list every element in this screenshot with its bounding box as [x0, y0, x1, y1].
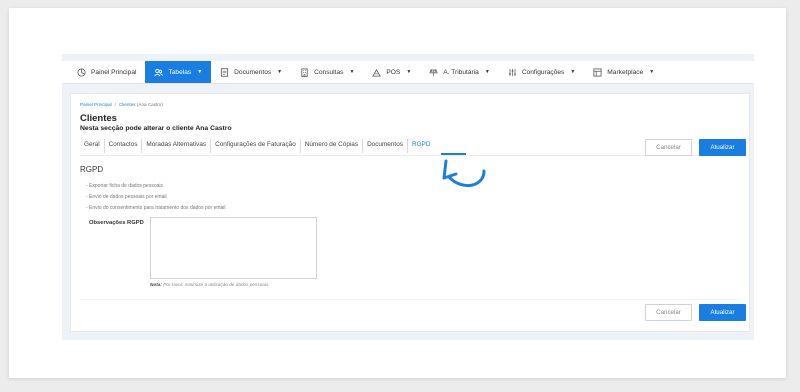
rgpd-note: Nota: Por favor, minimize a utilização d… [150, 282, 270, 287]
tab-bar: Geral Contactos Moradas Alternativas Con… [80, 139, 434, 153]
annotation-arrow-icon [442, 159, 486, 187]
marketplace-icon [593, 67, 602, 77]
cancel-button-top[interactable]: Cancelar [645, 139, 692, 156]
client-edit-card: Painel Principal / Clientes (Ana Castro) C… [70, 93, 750, 332]
nav-item-configuracoes[interactable]: Configurações ▼ [499, 61, 584, 83]
nav-item-label: Marketplace [607, 68, 644, 76]
screenshot-frame: Painel Principal Tabelas ▼ Documentos ▼ [9, 8, 786, 378]
app-window: Painel Principal Tabelas ▼ Documentos ▼ [62, 54, 754, 340]
nav-item-label: Tabelas [168, 68, 192, 76]
nav-item-label: Documentos [234, 68, 272, 76]
nav-item-consultas[interactable]: Consultas ▼ [291, 61, 363, 83]
users-icon [154, 68, 164, 77]
rgpd-export-link[interactable]: - Exportar ficha de dados pessoais [86, 181, 226, 192]
document-icon [220, 67, 229, 77]
nav-item-a-tributaria[interactable]: A. Tributária ▼ [420, 61, 499, 83]
nav-item-tabelas[interactable]: Tabelas ▼ [145, 61, 212, 83]
chevron-down-icon: ▼ [277, 69, 283, 75]
nav-item-label: Consultas [314, 68, 344, 76]
tab-contactos[interactable]: Contactos [105, 139, 143, 153]
breadcrumb-home-link[interactable]: Painel Principal [80, 102, 112, 107]
observacoes-rgpd-label: Observações RGPD [89, 220, 144, 226]
note-text: Por favor, minimize a utilização de dado… [163, 282, 270, 287]
nav-item-label: A. Tributária [443, 68, 479, 76]
tab-configuracoes-faturacao[interactable]: Configurações de Faturação [211, 139, 301, 153]
main-navbar: Painel Principal Tabelas ▼ Documentos ▼ [62, 61, 754, 84]
chevron-down-icon: ▼ [570, 69, 576, 75]
observacoes-rgpd-textarea[interactable] [150, 217, 317, 279]
footer-divider [80, 299, 741, 300]
nav-item-marketplace[interactable]: Marketplace ▼ [584, 61, 663, 83]
tab-documentos[interactable]: Documentos [363, 139, 408, 153]
breadcrumb-separator: / [114, 102, 116, 107]
nav-item-pos[interactable]: POS ▼ [363, 61, 420, 83]
nav-item-label: POS [386, 68, 401, 76]
tab-rgpd[interactable]: RGPD [408, 139, 434, 153]
update-button-top[interactable]: Atualizar [699, 139, 746, 156]
note-prefix: Nota: [150, 282, 162, 287]
chevron-down-icon: ▼ [406, 69, 412, 75]
chevron-down-icon: ▼ [649, 69, 655, 75]
chevron-down-icon: ▼ [484, 69, 490, 75]
rgpd-email-consent-link[interactable]: - Envio do consentimento para tratamento… [86, 203, 226, 214]
tax-icon [429, 68, 438, 77]
page-title: Clientes [80, 113, 117, 124]
update-button-bottom[interactable]: Atualizar [699, 304, 746, 321]
rgpd-actions-list: - Exportar ficha de dados pessoais - Env… [86, 181, 226, 214]
tabs-divider [80, 155, 741, 156]
nav-item-label: Painel Principal [91, 68, 137, 76]
breadcrumb: Painel Principal / Clientes (Ana Castro) [80, 102, 163, 107]
chevron-down-icon: ▼ [349, 69, 355, 75]
building-icon [300, 67, 309, 77]
nav-item-documentos[interactable]: Documentos ▼ [211, 61, 291, 83]
sliders-icon [508, 68, 517, 77]
breadcrumb-clientes-link[interactable]: Clientes [119, 102, 136, 107]
tab-moradas-alternativas[interactable]: Moradas Alternativas [142, 139, 212, 153]
dashboard-icon [77, 67, 86, 77]
rgpd-section-title: RGPD [80, 165, 104, 174]
pos-icon [372, 68, 382, 77]
breadcrumb-current: (Ana Castro) [136, 102, 163, 107]
nav-item-painel-principal[interactable]: Painel Principal [68, 61, 145, 83]
page-subtitle: Nesta secção pode alterar o cliente Ana … [80, 125, 232, 132]
nav-item-label: Configurações [521, 68, 565, 76]
tab-geral[interactable]: Geral [80, 139, 105, 153]
rgpd-email-data-link[interactable]: - Envio de dados pessoais por email [86, 192, 226, 203]
tab-numero-copias[interactable]: Número de Cópias [301, 139, 364, 153]
cancel-button-bottom[interactable]: Cancelar [645, 304, 692, 321]
chevron-down-icon: ▼ [197, 69, 203, 75]
